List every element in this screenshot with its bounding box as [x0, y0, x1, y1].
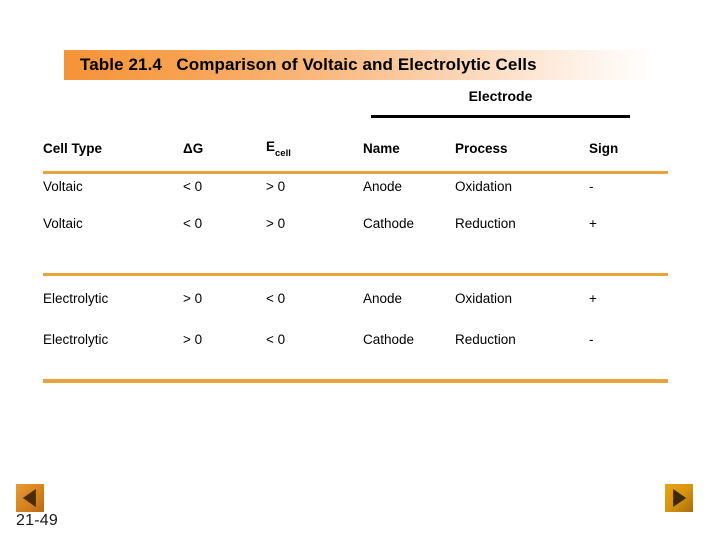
- column-header-process: Process: [455, 140, 508, 156]
- table-header-row: Cell Type ΔG Ecell Name Process Sign: [43, 130, 668, 168]
- table-body-electrolytic: Electrolytic > 0 < 0 Anode Oxidation + E…: [43, 278, 668, 360]
- electrode-group-rule: [371, 115, 630, 118]
- cell-e-cell: > 0: [266, 216, 286, 231]
- cell-delta-g: > 0: [183, 290, 203, 306]
- column-header-e-cell-subscript: cell: [275, 148, 291, 160]
- cell-cell-type: Electrolytic: [43, 331, 109, 347]
- table-row: Electrolytic > 0 < 0 Anode Oxidation +: [43, 278, 668, 318]
- table-header: Cell Type ΔG Ecell Name Process Sign: [43, 130, 668, 168]
- column-header-e-cell: Ecell: [266, 130, 363, 168]
- next-slide-button[interactable]: [665, 484, 693, 512]
- cell-sign: -: [589, 331, 594, 347]
- cell-process: Reduction: [455, 331, 516, 347]
- cell-e-cell: < 0: [266, 290, 286, 306]
- cell-electrode-name: Anode: [363, 290, 403, 306]
- table-rule-header: [43, 171, 668, 174]
- column-group-header-electrode: Electrode: [468, 88, 533, 104]
- cell-cell-type: Electrolytic: [43, 290, 109, 306]
- table-row: Voltaic < 0 > 0 Cathode Reduction +: [43, 205, 668, 242]
- triangle-right-icon: [673, 489, 687, 507]
- table-body-voltaic: Voltaic < 0 > 0 Anode Oxidation - Voltai…: [43, 168, 668, 278]
- cell-delta-g: > 0: [183, 331, 203, 347]
- cell-process: Reduction: [455, 216, 516, 231]
- cell-e-cell: < 0: [266, 331, 286, 347]
- column-header-e-cell-base: E: [266, 138, 276, 154]
- cell-delta-g: < 0: [183, 216, 203, 231]
- cell-process: Oxidation: [455, 290, 513, 306]
- cell-electrode-name: Cathode: [363, 331, 415, 347]
- cell-sign: +: [589, 290, 597, 306]
- comparison-table-wrapper: Cell Type ΔG Ecell Name Process Sign Vol…: [0, 130, 720, 360]
- cell-electrode-name: Cathode: [363, 216, 415, 231]
- table-row: Electrolytic > 0 < 0 Cathode Reduction -: [43, 318, 668, 360]
- column-header-sign: Sign: [589, 140, 619, 156]
- table-title-banner: Table 21.4 Comparison of Voltaic and Ele…: [64, 50, 655, 80]
- triangle-left-icon: [22, 489, 36, 507]
- cell-sign: +: [589, 216, 597, 231]
- previous-slide-button[interactable]: [16, 484, 44, 512]
- table-rule-middle: [43, 273, 668, 276]
- cell-cell-type: Voltaic: [43, 216, 83, 231]
- page-title: Table 21.4 Comparison of Voltaic and Ele…: [80, 55, 537, 74]
- table-rule-bottom: [43, 379, 668, 383]
- column-header-delta-g: ΔG: [183, 140, 204, 156]
- comparison-table: Cell Type ΔG Ecell Name Process Sign Vol…: [43, 130, 668, 360]
- column-header-name: Name: [363, 140, 400, 156]
- page-number-label: 21-49: [16, 512, 58, 529]
- column-header-cell-type: Cell Type: [43, 140, 103, 156]
